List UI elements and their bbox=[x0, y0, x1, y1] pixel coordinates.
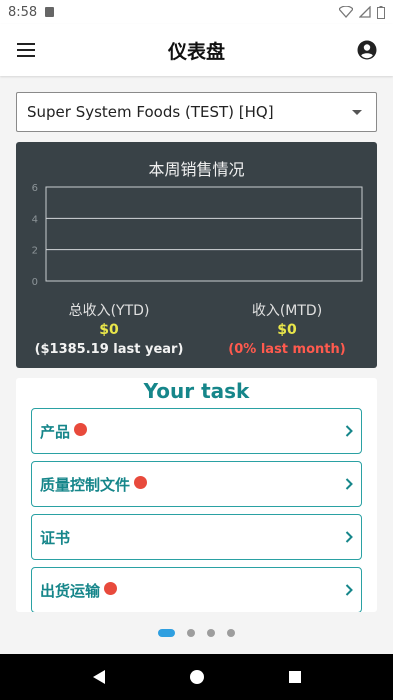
chevron-right-icon bbox=[345, 478, 353, 490]
page-dot[interactable] bbox=[227, 629, 235, 637]
nav-back-icon[interactable] bbox=[91, 669, 107, 685]
nav-recents-icon[interactable] bbox=[288, 670, 302, 684]
status-bar: 8:58 bbox=[0, 0, 393, 24]
account-circle-icon bbox=[357, 40, 377, 60]
status-icons bbox=[339, 5, 385, 19]
signal-icon bbox=[359, 6, 371, 18]
task-item-label: 产品 bbox=[40, 422, 71, 441]
task-card: Your task 产品 质量控制文件 证书 出货运输 bbox=[16, 378, 377, 612]
chart-y-tick-label: 4 bbox=[32, 214, 38, 225]
notification-dot bbox=[104, 581, 118, 595]
page-title: 仪表盘 bbox=[167, 40, 225, 63]
chart-y-tick-label: 2 bbox=[32, 246, 38, 257]
sales-chart: 6 4 2 0 bbox=[32, 183, 363, 288]
menu-icon bbox=[17, 43, 35, 57]
battery-icon bbox=[377, 5, 385, 19]
task-item-qc-documents[interactable]: 质量控制文件 bbox=[31, 461, 362, 507]
task-item-label: 质量控制文件 bbox=[40, 475, 131, 494]
chevron-right-icon bbox=[345, 425, 353, 437]
chevron-right-icon bbox=[345, 584, 353, 596]
sd-card-icon bbox=[45, 7, 55, 17]
mtd-last-month: (0% last month) bbox=[228, 342, 346, 357]
store-select[interactable]: Super System Foods (TEST) [HQ] bbox=[16, 92, 377, 132]
mtd-label: 收入(MTD) bbox=[251, 303, 323, 319]
page-dot[interactable] bbox=[207, 629, 215, 637]
page-dot[interactable] bbox=[187, 629, 195, 637]
task-item-certificates[interactable]: 证书 bbox=[31, 514, 362, 560]
notification-dot bbox=[74, 422, 88, 436]
store-select-value: Super System Foods (TEST) [HQ] bbox=[27, 103, 274, 121]
wifi-icon bbox=[339, 6, 353, 18]
menu-button[interactable] bbox=[0, 24, 52, 76]
nav-home-icon[interactable] bbox=[189, 669, 205, 685]
task-item-products[interactable]: 产品 bbox=[31, 408, 362, 454]
app-bar: 仪表盘 bbox=[0, 24, 393, 76]
mtd-value: $0 bbox=[277, 322, 297, 338]
task-item-label: 出货运输 bbox=[40, 581, 101, 600]
page-dot-active[interactable] bbox=[158, 629, 175, 637]
task-item-shipments[interactable]: 出货运输 bbox=[31, 567, 362, 612]
account-button[interactable] bbox=[341, 24, 393, 76]
page-indicator bbox=[158, 629, 235, 637]
ytd-last-year: ($1385.19 last year) bbox=[34, 342, 184, 357]
chart-y-tick-label: 6 bbox=[32, 183, 38, 194]
mtd-stat: 收入(MTD) $0 (0% last month) bbox=[212, 302, 362, 359]
ytd-label: 总收入(YTD) bbox=[68, 303, 150, 319]
system-nav-bar bbox=[0, 654, 393, 700]
ytd-stat: 总收入(YTD) $0 ($1385.19 last year) bbox=[34, 302, 184, 359]
chart-plot-frame bbox=[45, 186, 363, 282]
status-time: 8:58 bbox=[8, 4, 38, 20]
task-item-label: 证书 bbox=[40, 528, 71, 547]
ytd-value: $0 bbox=[99, 322, 119, 338]
dropdown-caret-icon bbox=[352, 109, 362, 115]
weekly-sales-card: 本周销售情况 6420 总收入(YTD) $0 ($1385.19 last y… bbox=[16, 142, 377, 368]
chevron-right-icon bbox=[345, 531, 353, 543]
chart-y-tick-label: 0 bbox=[32, 277, 38, 288]
notification-dot bbox=[134, 475, 148, 489]
task-card-title: Your task bbox=[143, 379, 250, 403]
